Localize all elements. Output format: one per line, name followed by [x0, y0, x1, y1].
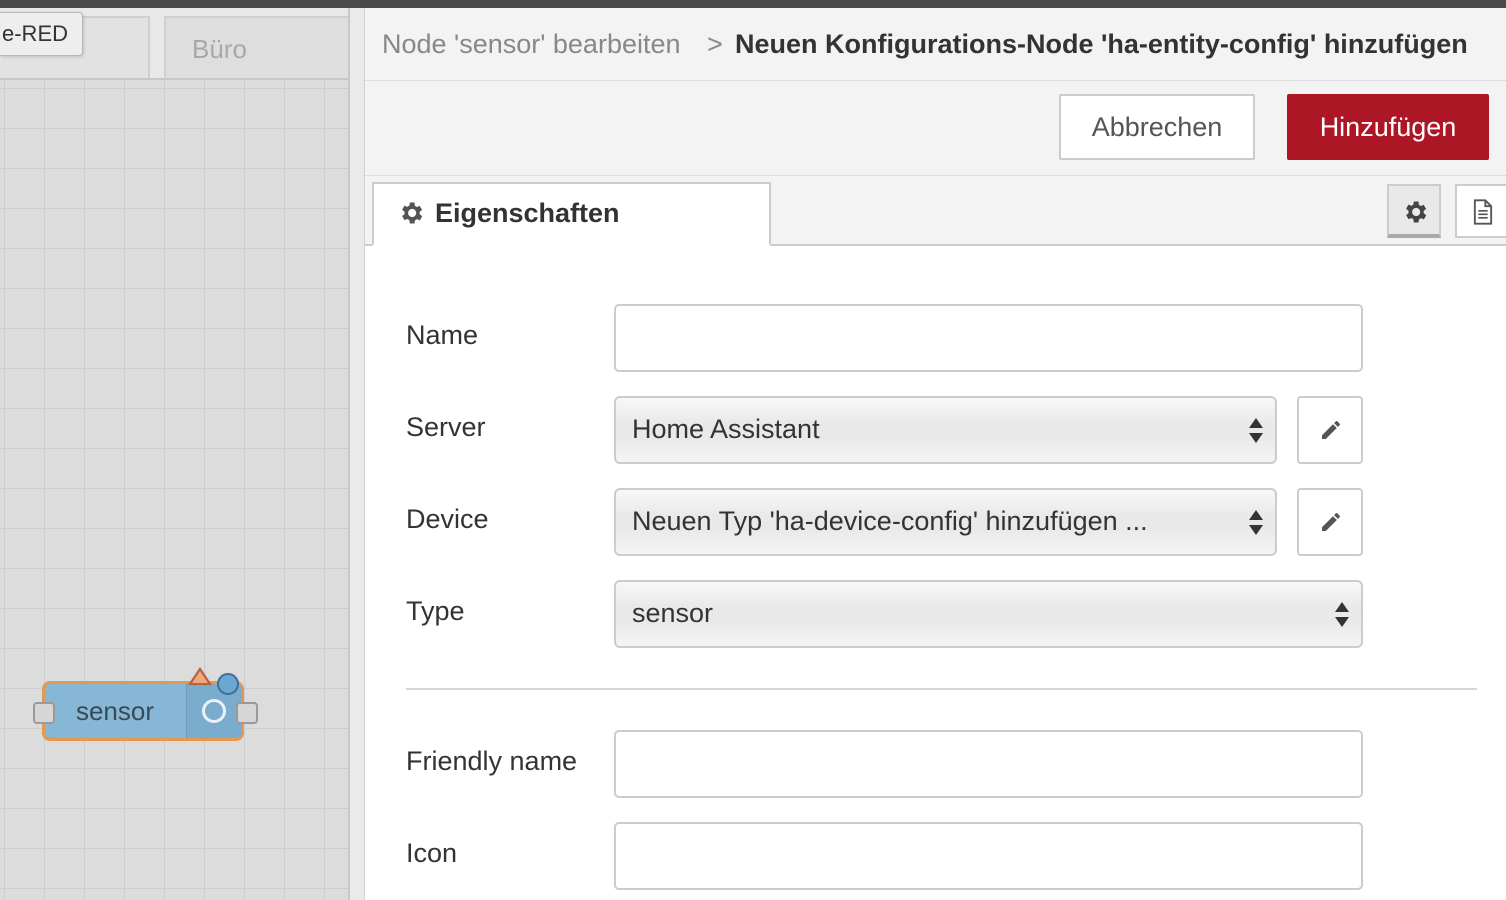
- tab-description[interactable]: [1455, 184, 1506, 238]
- tray-tabs: Eigenschaften: [365, 176, 1506, 246]
- device-select[interactable]: Neuen Typ 'ha-device-config' hinzufügen …: [614, 488, 1277, 556]
- type-label: Type: [406, 596, 465, 626]
- section-divider: [406, 688, 1477, 690]
- tray-resize-handle[interactable]: [348, 8, 364, 900]
- tab-settings[interactable]: [1387, 184, 1441, 238]
- workspace-tab-bar: Büro e-RED: [0, 8, 348, 80]
- breadcrumb-current: Neuen Konfigurations-Node 'ha-entity-con…: [735, 29, 1468, 59]
- breadcrumb-previous[interactable]: Node 'sensor' bearbeiten: [382, 8, 681, 80]
- sensor-node[interactable]: sensor: [42, 681, 244, 741]
- workspace-tab-label: Büro: [192, 34, 247, 64]
- node-input-port[interactable]: [33, 702, 55, 724]
- icon-label: Icon: [406, 838, 458, 868]
- select-arrows-icon: [1249, 418, 1263, 444]
- select-arrows-icon: [1335, 602, 1349, 628]
- app-title-tooltip: e-RED: [0, 12, 84, 56]
- circle-icon: [202, 699, 226, 723]
- node-label: sensor: [75, 696, 155, 726]
- workspace-tab-buero[interactable]: Büro: [164, 16, 348, 78]
- add-button[interactable]: Hinzufügen: [1287, 94, 1489, 160]
- name-input[interactable]: [614, 304, 1363, 372]
- breadcrumb-separator: >: [707, 29, 723, 59]
- pencil-icon: [1322, 513, 1340, 531]
- select-arrows-icon: [1249, 510, 1263, 536]
- gear-icon: [1406, 201, 1427, 223]
- warning-triangle-icon: [188, 667, 212, 685]
- server-label: Server: [406, 412, 486, 442]
- server-select[interactable]: Home Assistant: [614, 396, 1277, 464]
- pencil-icon: [1322, 421, 1340, 439]
- icon-input[interactable]: [614, 822, 1363, 890]
- edit-device-button[interactable]: [1297, 488, 1363, 556]
- node-output-port[interactable]: [236, 702, 258, 724]
- edit-server-button[interactable]: [1297, 396, 1363, 464]
- server-select-value: Home Assistant: [632, 414, 820, 444]
- changed-dot-icon: [217, 673, 239, 695]
- type-select-value: sensor: [632, 598, 714, 628]
- device-label: Device: [406, 504, 489, 534]
- properties-form: Name Server Home Assistant Device Neuen …: [365, 246, 1506, 900]
- tray-breadcrumb: Node 'sensor' bearbeiten > Neuen Konfigu…: [365, 8, 1506, 81]
- flow-workspace[interactable]: Büro e-RED sensor: [0, 8, 348, 900]
- tray-toolbar: Abbrechen Hinzufügen: [365, 81, 1506, 176]
- tab-properties-label: Eigenschaften: [435, 198, 620, 228]
- document-icon: [1473, 199, 1493, 225]
- tab-properties[interactable]: Eigenschaften: [372, 182, 771, 246]
- gear-icon: [402, 202, 423, 224]
- friendly-name-input[interactable]: [614, 730, 1363, 798]
- edit-tray: Node 'sensor' bearbeiten > Neuen Konfigu…: [364, 8, 1506, 900]
- top-bar: [0, 0, 1506, 8]
- friendly-name-label: Friendly name: [406, 746, 578, 776]
- device-select-value: Neuen Typ 'ha-device-config' hinzufügen …: [632, 506, 1148, 536]
- name-label: Name: [406, 320, 479, 350]
- type-select[interactable]: sensor: [614, 580, 1363, 648]
- cancel-button[interactable]: Abbrechen: [1059, 94, 1255, 160]
